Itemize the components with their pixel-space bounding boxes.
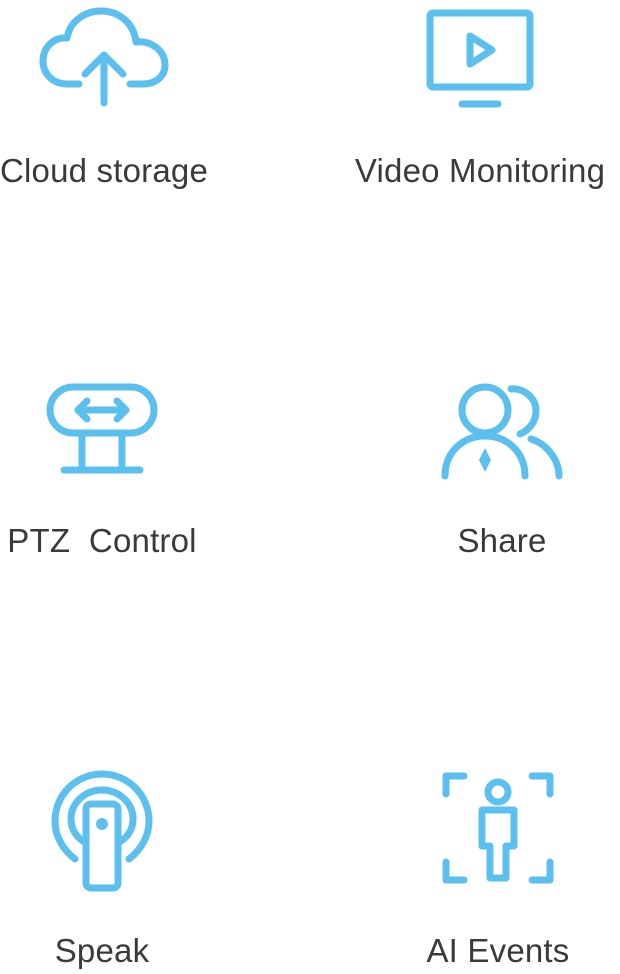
cloud-upload-icon xyxy=(37,6,171,107)
feature-label: PTZ Control xyxy=(7,522,197,559)
microphone-speak-icon xyxy=(50,770,154,892)
ptz-camera-icon xyxy=(46,382,158,478)
feature-label: Video Monitoring xyxy=(354,152,606,189)
monitor-play-icon xyxy=(426,8,534,108)
users-share-icon xyxy=(441,382,563,482)
feature-label: Share xyxy=(457,522,547,559)
ai-person-detect-icon xyxy=(442,770,554,886)
feature-label: Speak xyxy=(54,932,150,969)
feature-label: AI Events xyxy=(426,932,570,969)
feature-label: Cloud storage xyxy=(0,152,209,189)
